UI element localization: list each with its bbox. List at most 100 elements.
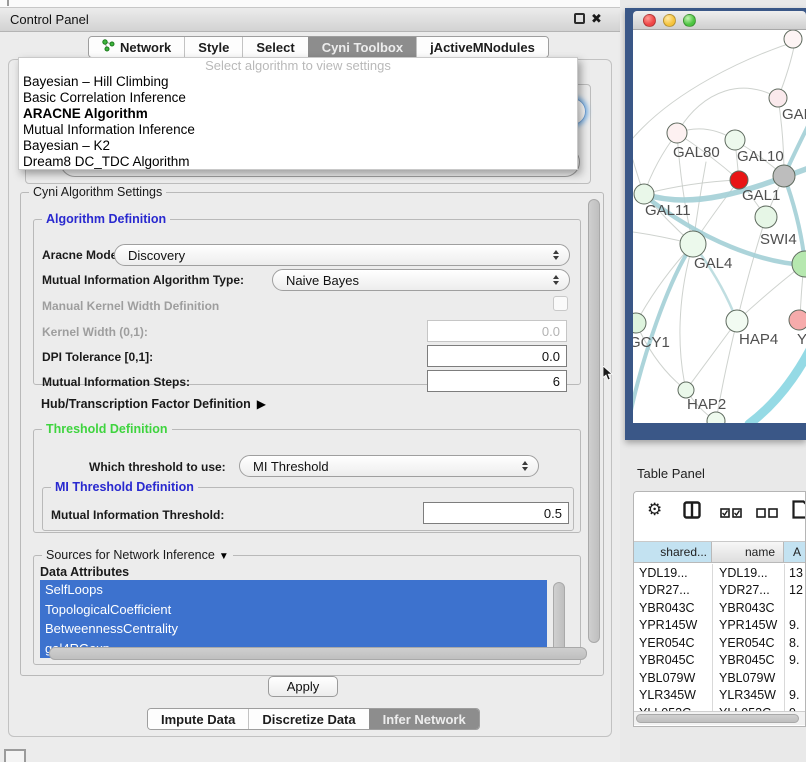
table-row[interactable]: YER054CYER054C8.: [634, 634, 806, 652]
table-cell: YLR345W: [634, 688, 712, 702]
cyni-algorithm-settings-group: Cyni Algorithm Settings Algorithm Defini…: [20, 192, 604, 676]
network-node[interactable]: [773, 165, 795, 187]
network-node[interactable]: [725, 130, 745, 150]
deselect-all-checkboxes-icon[interactable]: [756, 505, 778, 523]
table-cell: 13: [784, 566, 806, 580]
hub-definition-toggle[interactable]: Hub/Transcription Factor Definition▶: [41, 397, 266, 411]
table-cell: YBR045C: [712, 653, 784, 667]
network-node-label: GAL11: [645, 202, 691, 219]
gear-icon[interactable]: ⚙: [647, 500, 662, 520]
column-header-partial[interactable]: A: [784, 542, 806, 562]
table-row[interactable]: YBR043CYBR043C: [634, 599, 806, 617]
tab-discretize-data[interactable]: Discretize Data: [248, 709, 368, 729]
settings-horizontal-scrollbar[interactable]: [49, 647, 587, 660]
network-node[interactable]: [680, 231, 706, 257]
manual-kernel-width-checkbox[interactable]: [553, 296, 568, 311]
network-node[interactable]: [633, 313, 646, 333]
sources-title[interactable]: Sources for Network Inference▼: [42, 548, 233, 562]
dropdown-item-dream8[interactable]: Dream8 DC_TDC Algorithm: [19, 154, 577, 170]
network-node[interactable]: [755, 206, 777, 228]
close-icon[interactable]: ✖: [591, 11, 602, 27]
mi-algorithm-type-label: Mutual Information Algorithm Type:: [42, 273, 244, 287]
table-row[interactable]: YLR345WYLR345W9.: [634, 687, 806, 705]
list-item-topologicalcoefficient[interactable]: TopologicalCoefficient: [40, 600, 547, 620]
network-edge[interactable]: [633, 40, 800, 138]
table-toolbar: ⚙: [634, 492, 806, 541]
table-cell: 9.: [784, 618, 806, 632]
table-row[interactable]: YPR145WYPR145W9.: [634, 617, 806, 635]
dropdown-item-aracne[interactable]: ARACNE Algorithm: [19, 106, 577, 122]
attributes-list-scrollbar[interactable]: [553, 582, 565, 656]
panel-grip-icon[interactable]: [4, 749, 26, 762]
table-rows: YDL19...YDL19...13YDR27...YDR27...12YBR0…: [634, 564, 806, 711]
dropdown-item-bayesian-hill-climbing[interactable]: Bayesian – Hill Climbing: [19, 74, 577, 90]
tab-impute-data[interactable]: Impute Data: [148, 709, 248, 729]
table-row[interactable]: YBR045CYBR045C9.: [634, 652, 806, 670]
list-item-betweennesscentrality[interactable]: BetweennessCentrality: [40, 619, 547, 639]
minimize-traffic-light-icon[interactable]: [663, 14, 676, 27]
tab-select[interactable]: Select: [242, 37, 307, 57]
column-divider: [784, 564, 785, 711]
network-node[interactable]: [769, 89, 787, 107]
network-node[interactable]: [784, 30, 802, 48]
network-edge[interactable]: [784, 176, 805, 264]
settings-vertical-scrollbar[interactable]: [588, 199, 600, 643]
mi-steps-input[interactable]: 6: [427, 370, 567, 392]
dpi-tolerance-label: DPI Tolerance [0,1]:: [42, 350, 153, 364]
network-node-label: GAL10: [737, 148, 784, 165]
tab-network-label: Network: [120, 40, 171, 55]
network-window-titlebar[interactable]: [633, 11, 806, 30]
dpi-tolerance-input[interactable]: 0.0: [427, 345, 567, 367]
column-header-name[interactable]: name: [712, 542, 784, 562]
close-traffic-light-icon[interactable]: [643, 14, 656, 27]
table-row[interactable]: YDL19...YDL19...13: [634, 564, 806, 582]
network-node-label: HAP2: [687, 396, 726, 413]
document-icon[interactable]: [792, 500, 806, 524]
network-node[interactable]: [792, 251, 806, 277]
network-node[interactable]: [667, 123, 687, 143]
tab-network[interactable]: Network: [89, 37, 184, 57]
control-panel-tabs: Network Style Select Cyni Toolbox jActiv…: [88, 36, 549, 58]
column-divider: [712, 564, 713, 711]
dropdown-item-mutual-information[interactable]: Mutual Information Inference: [19, 122, 577, 138]
tab-cyni-toolbox[interactable]: Cyni Toolbox: [308, 37, 416, 57]
zoom-traffic-light-icon[interactable]: [683, 14, 696, 27]
spinner-arrows-icon: [552, 250, 560, 260]
select-all-checkboxes-icon[interactable]: [720, 505, 742, 523]
collapsed-arrow-icon: ▶: [257, 397, 266, 411]
kernel-width-input[interactable]: 0.0: [427, 320, 567, 342]
split-columns-icon[interactable]: [683, 501, 701, 524]
dropdown-item-basic-correlation[interactable]: Basic Correlation Inference: [19, 90, 577, 106]
dropdown-item-bayesian-k2[interactable]: Bayesian – K2: [19, 138, 577, 154]
network-node-label: GCY1: [633, 334, 670, 351]
table-row[interactable]: YLL052CYLL052C9.: [634, 704, 806, 711]
table-cell: 9.: [784, 653, 806, 667]
table-horizontal-scrollbar[interactable]: [634, 711, 806, 725]
network-node[interactable]: [726, 310, 748, 332]
threshold-definition-title: Threshold Definition: [42, 422, 172, 436]
column-header-shared[interactable]: shared...: [634, 542, 712, 562]
network-edge[interactable]: [677, 88, 778, 133]
tab-style[interactable]: Style: [184, 37, 242, 57]
tab-infer-network[interactable]: Infer Network: [369, 709, 479, 729]
network-canvas[interactable]: GALGAL80GAL10GAL1GAL11SWI4GAL4HAP4YGCY1H…: [633, 30, 806, 423]
network-edge[interactable]: [749, 348, 806, 423]
table-header: shared... name A: [634, 541, 806, 563]
which-threshold-combo[interactable]: MI Threshold: [239, 455, 539, 477]
apply-button[interactable]: Apply: [268, 676, 338, 697]
float-window-icon[interactable]: [574, 13, 585, 24]
list-item-selfloops[interactable]: SelfLoops: [40, 580, 547, 600]
network-node[interactable]: [707, 412, 725, 423]
table-row[interactable]: YBL079WYBL079W: [634, 669, 806, 687]
algorithm-dropdown-list: Select algorithm to view settings Bayesi…: [18, 57, 578, 170]
network-node[interactable]: [789, 310, 806, 330]
mi-threshold-input[interactable]: 0.5: [423, 502, 569, 524]
network-edge[interactable]: [644, 180, 739, 194]
tab-jactivemnodules[interactable]: jActiveMNodules: [416, 37, 548, 57]
algorithm-definition-group: Algorithm Definition Aracne Mode: Discov…: [33, 219, 581, 385]
mi-steps-label: Mutual Information Steps:: [42, 375, 190, 389]
network-node[interactable]: [634, 184, 654, 204]
table-row[interactable]: YDR27...YDR27...12: [634, 582, 806, 600]
mi-algorithm-type-combo[interactable]: Naive Bayes: [272, 269, 570, 291]
aracne-mode-combo[interactable]: Discovery: [114, 244, 570, 266]
